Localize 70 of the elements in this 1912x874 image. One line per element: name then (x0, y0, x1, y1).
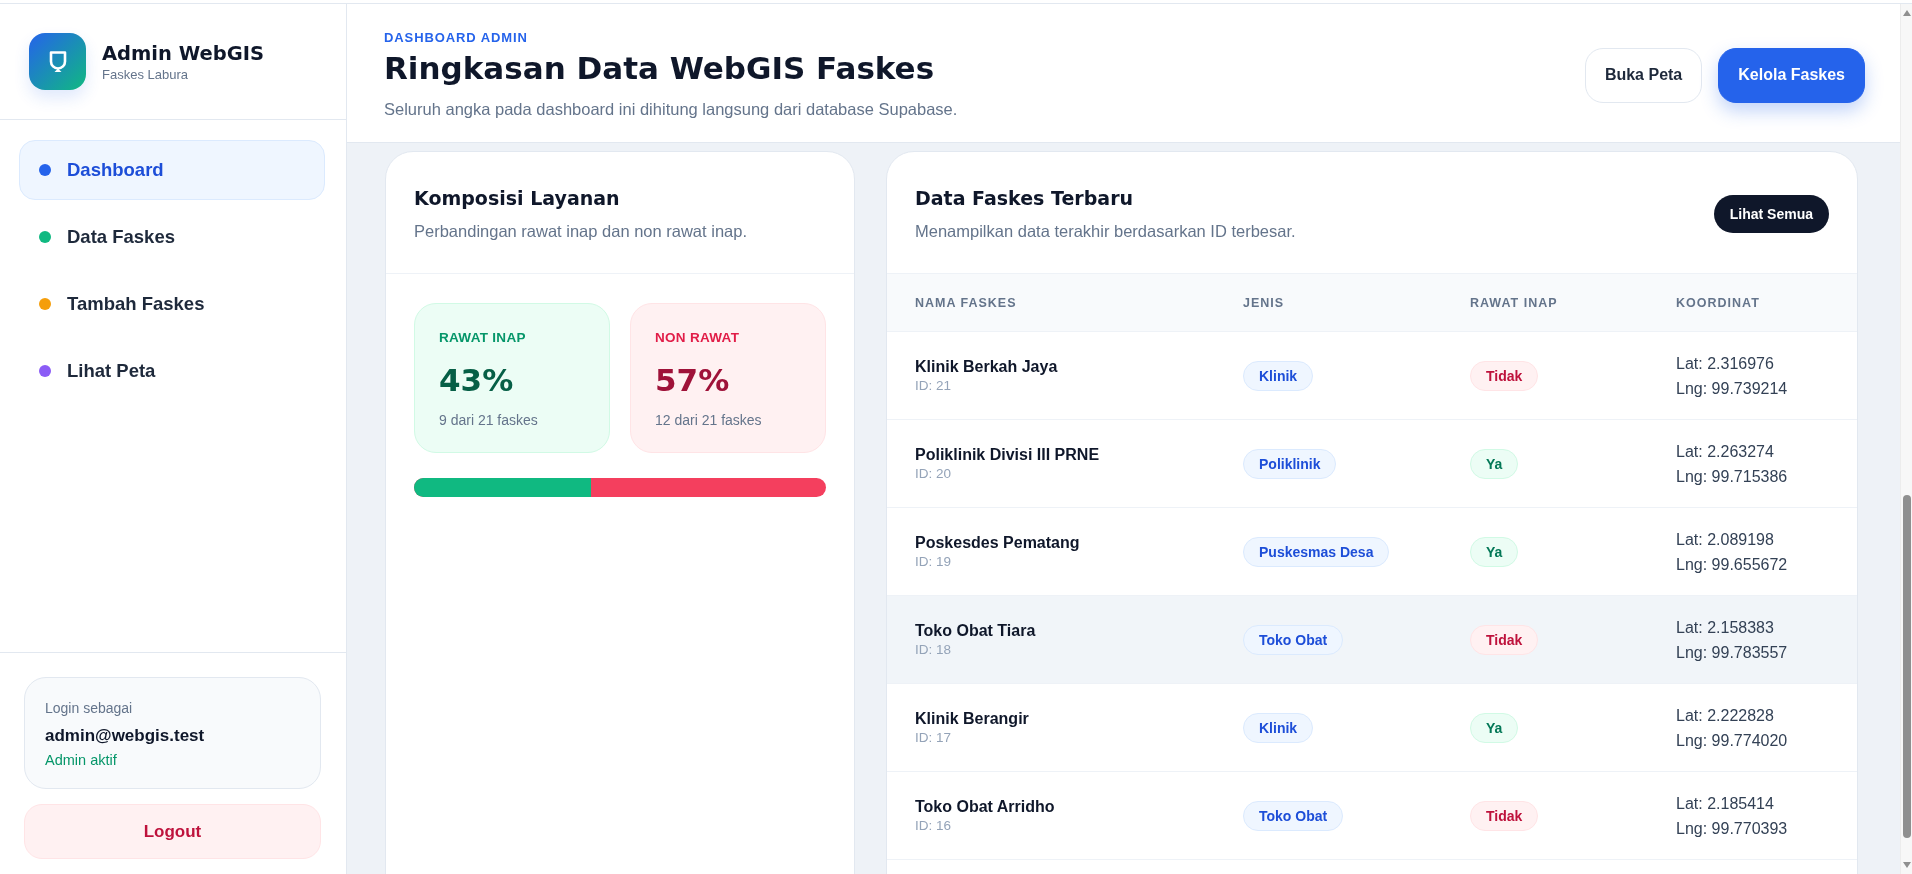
facility-id: ID: 20 (915, 465, 952, 483)
inpatient-status-tag: Ya (1470, 712, 1519, 743)
card-subtitle: Menampilkan data terakhir berdasarkan ID terbesar. (915, 221, 1296, 242)
longitude-text: Lng: 99.783557 (1676, 642, 1788, 663)
map-button[interactable]: Buka Peta (1584, 47, 1703, 103)
inpatient-status-tag: Tidak (1470, 360, 1539, 391)
facility-id: ID: 19 (915, 553, 952, 571)
facility-name: Poskesdes Pematang (915, 533, 1080, 553)
app-logo-icon (29, 33, 86, 90)
app-title: Admin WebGIS (102, 40, 265, 67)
latitude-text: Lat: 2.089198 (1676, 529, 1774, 550)
facility-type-tag: Toko Obat (1243, 624, 1344, 655)
stat-label: NON RAWAT (655, 330, 740, 346)
latitude-text: Lat: 2.316976 (1676, 353, 1774, 374)
latitude-text: Lat: 2.263274 (1676, 441, 1774, 462)
column-header: JENIS (1243, 295, 1286, 310)
facility-id: ID: 16 (915, 817, 952, 835)
facility-type-tag: Klinik (1243, 360, 1314, 391)
nav-item[interactable]: Dashboard (19, 140, 325, 200)
column-header: RAWAT INAP (1470, 295, 1559, 310)
nav-item[interactable]: Lihat Peta (19, 341, 325, 401)
facility-id: ID: 21 (915, 377, 952, 395)
nav-item[interactable]: Tambah Faskes (19, 274, 325, 334)
longitude-text: Lng: 99.715386 (1676, 466, 1788, 487)
stat-caption: 9 dari 21 faskes (439, 412, 538, 428)
facility-name: Toko Obat Arridho (915, 797, 1055, 817)
facility-type-tag: Toko Obat (1243, 800, 1344, 831)
view-all-button[interactable]: Lihat Semua (1713, 194, 1829, 233)
scrollbar-thumb[interactable] (1902, 495, 1911, 838)
user-status: Admin aktif (45, 752, 117, 768)
card-title: Data Faskes Terbaru (915, 186, 1134, 211)
column-header: KOORDINAT (1676, 295, 1761, 310)
longitude-text: Lng: 99.655672 (1676, 554, 1788, 575)
facility-type-tag: Poliklinik (1243, 448, 1337, 479)
card-subtitle: Perbandingan rawat inap dan non rawat inap. (414, 221, 747, 242)
card-title: Komposisi Layanan (414, 186, 620, 211)
scroll-up-arrow-icon[interactable] (1902, 10, 1911, 16)
stat-label: RAWAT INAP (439, 330, 526, 346)
stat-caption: 12 dari 21 faskes (655, 412, 762, 428)
login-caption: Login sebagai (45, 700, 133, 716)
facility-id: ID: 17 (915, 729, 952, 747)
app-subtitle: Faskes Labura (102, 66, 188, 83)
longitude-text: Lng: 99.770393 (1676, 818, 1788, 839)
facility-name: Poliklinik Divisi III PRNE (915, 445, 1100, 465)
scroll-down-arrow-icon[interactable] (1902, 862, 1911, 868)
inpatient-status-tag: Tidak (1470, 800, 1539, 831)
longitude-text: Lng: 99.774020 (1676, 730, 1788, 751)
facility-type-tag: Puskesmas Desa (1243, 536, 1390, 567)
facility-id: ID: 18 (915, 641, 952, 659)
latitude-text: Lat: 2.185414 (1676, 793, 1774, 814)
page-eyebrow: DASHBOARD ADMIN (384, 30, 528, 46)
longitude-text: Lng: 99.739214 (1676, 378, 1788, 399)
facility-type-tag: Klinik (1243, 712, 1314, 743)
facility-name: Klinik Berkah Jaya (915, 357, 1058, 377)
latitude-text: Lat: 2.222828 (1676, 705, 1774, 726)
facility-name: Klinik Berangir (915, 709, 1029, 729)
inpatient-status-tag: Tidak (1470, 624, 1539, 655)
latitude-text: Lat: 2.158383 (1676, 617, 1774, 638)
page-title: Ringkasan Data WebGIS Faskes (384, 49, 935, 88)
page-subtitle: Seluruh angka pada dashboard ini dihitung langsung dari database Supabase. (384, 99, 958, 120)
manage-facilities-button[interactable]: Kelola Faskes (1718, 47, 1865, 103)
inpatient-status-tag: Ya (1470, 448, 1519, 479)
nav-item[interactable]: Data Faskes (19, 207, 325, 267)
user-email: admin@webgis.test (45, 725, 205, 747)
stat-value: 57% (655, 361, 730, 400)
inpatient-status-tag: Ya (1470, 536, 1519, 567)
logout-button[interactable]: Logout (24, 804, 321, 859)
column-header: NAMA FASKES (915, 295, 1018, 310)
stat-value: 43% (439, 361, 514, 400)
facility-name: Toko Obat Tiara (915, 621, 1036, 641)
